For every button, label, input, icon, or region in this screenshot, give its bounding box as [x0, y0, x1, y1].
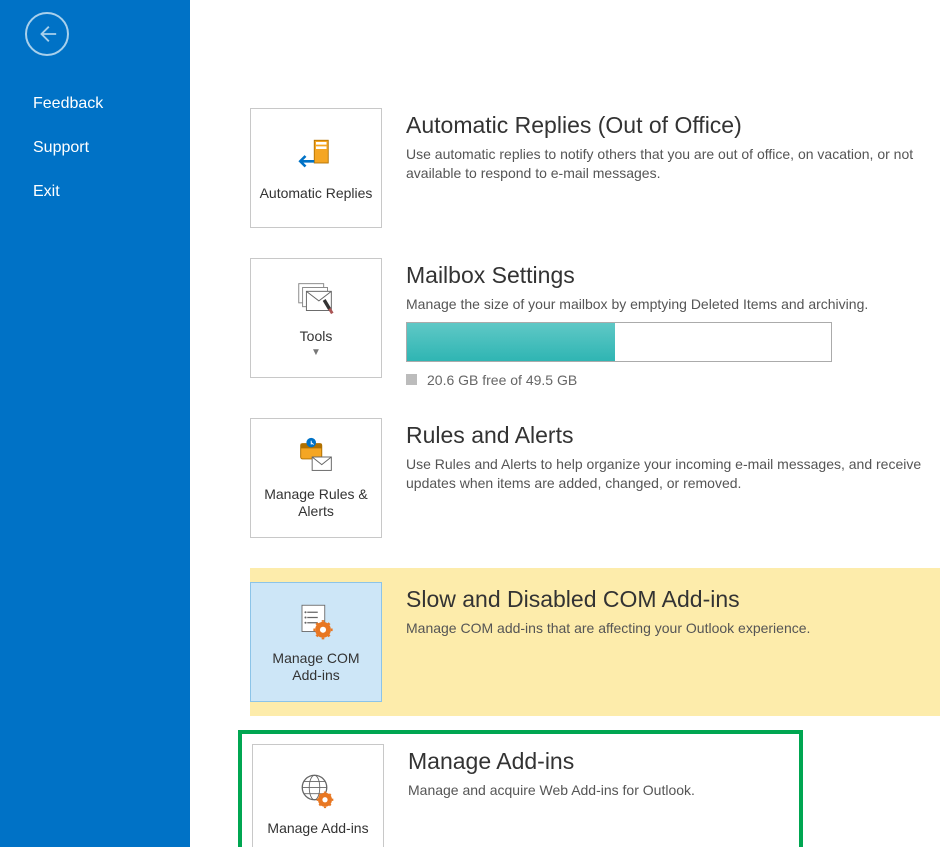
section-desc: Manage COM add-ins that are affecting yo…: [406, 619, 940, 638]
sidebar-item-support[interactable]: Support: [0, 126, 190, 170]
section-title: Slow and Disabled COM Add-ins: [406, 586, 940, 613]
main-panel: Automatic Replies Automatic Replies (Out…: [190, 0, 940, 847]
tile-automatic-replies[interactable]: Automatic Replies: [250, 108, 382, 228]
tile-label: Manage Add-ins: [261, 820, 374, 837]
section-desc: Use Rules and Alerts to help organize yo…: [406, 455, 940, 493]
storage-text-line: 20.6 GB free of 49.5 GB: [406, 372, 940, 388]
chevron-down-icon: ▼: [311, 347, 321, 358]
tile-label: Manage Rules & Alerts: [251, 486, 381, 520]
tile-manage-addins[interactable]: Manage Add-ins: [252, 744, 384, 847]
section-desc: Manage and acquire Web Add-ins for Outlo…: [408, 781, 789, 800]
row-automatic-replies: Automatic Replies Automatic Replies (Out…: [250, 108, 940, 228]
row-com-addins-highlighted: Manage COM Add-ins Slow and Disabled COM…: [250, 568, 940, 716]
row-manage-addins-highlight: Manage Add-ins Manage Add-ins Manage and…: [238, 730, 803, 847]
content-com-addins: Slow and Disabled COM Add-ins Manage COM…: [382, 582, 940, 638]
tile-label: Tools: [294, 328, 339, 345]
section-title: Automatic Replies (Out of Office): [406, 112, 940, 139]
row-tools: Tools ▼ Mailbox Settings Manage the size…: [250, 258, 940, 388]
com-addins-icon: [295, 600, 337, 642]
tile-label: Manage COM Add-ins: [251, 650, 381, 684]
tools-icon: [293, 278, 339, 320]
tile-label: Automatic Replies: [254, 185, 379, 202]
section-title: Mailbox Settings: [406, 262, 940, 289]
tile-com-addins[interactable]: Manage COM Add-ins: [250, 582, 382, 702]
section-desc: Use automatic replies to notify others t…: [406, 145, 940, 183]
back-button[interactable]: [25, 12, 69, 56]
tile-rules[interactable]: Manage Rules & Alerts: [250, 418, 382, 538]
row-rules: Manage Rules & Alerts Rules and Alerts U…: [250, 418, 940, 538]
sidebar-item-exit[interactable]: Exit: [0, 170, 190, 214]
arrow-left-icon: [36, 23, 58, 45]
mailbox-storage-fill: [407, 323, 615, 361]
content-automatic-replies: Automatic Replies (Out of Office) Use au…: [382, 108, 940, 183]
mailbox-storage-bar: [406, 322, 832, 362]
content-manage-addins: Manage Add-ins Manage and acquire Web Ad…: [384, 744, 789, 800]
section-title: Manage Add-ins: [408, 748, 789, 775]
content-rules: Rules and Alerts Use Rules and Alerts to…: [382, 418, 940, 493]
storage-legend-square: [406, 374, 417, 385]
sidebar: Feedback Support Exit: [0, 0, 190, 847]
rules-icon: [293, 436, 339, 478]
storage-text: 20.6 GB free of 49.5 GB: [427, 372, 577, 388]
content-tools: Mailbox Settings Manage the size of your…: [382, 258, 940, 388]
manage-addins-icon: [297, 770, 339, 812]
automatic-replies-icon: [295, 135, 337, 177]
section-desc: Manage the size of your mailbox by empty…: [406, 295, 940, 314]
sidebar-item-feedback[interactable]: Feedback: [0, 82, 190, 126]
tile-tools[interactable]: Tools ▼: [250, 258, 382, 378]
section-title: Rules and Alerts: [406, 422, 940, 449]
